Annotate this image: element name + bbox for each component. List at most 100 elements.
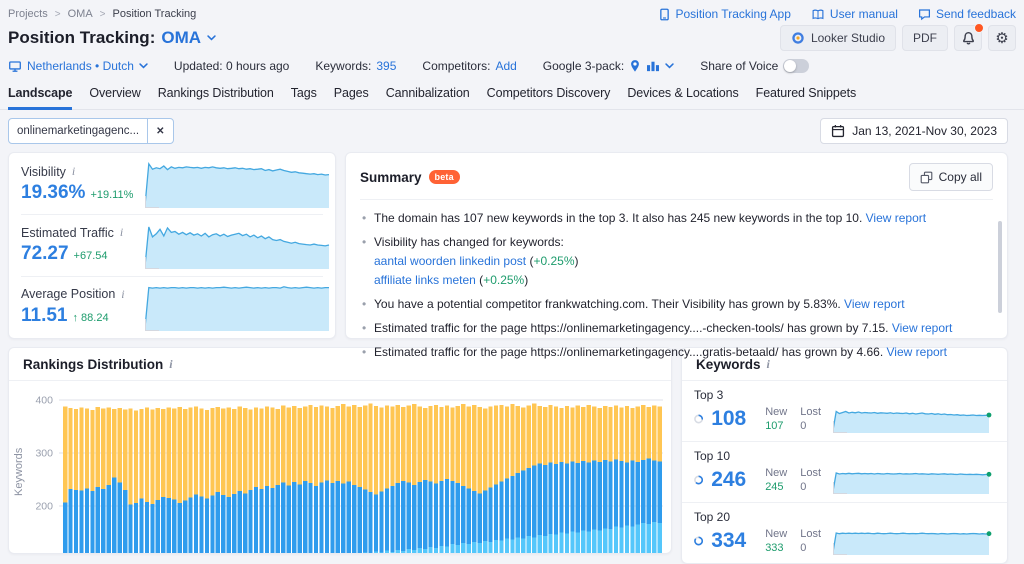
summary-text: You have a potential competitor frankwat… xyxy=(374,297,844,311)
tab-overview[interactable]: Overview xyxy=(89,82,140,110)
page-header: Projects>OMA>Position Tracking Position … xyxy=(0,0,1024,73)
chat-icon xyxy=(918,8,931,21)
metric-row-visibility: Visibilityi19.36%+19.11% xyxy=(21,154,323,214)
summary-bullet: Estimated traffic for the page https://o… xyxy=(360,343,979,362)
summary-link[interactable]: View report xyxy=(844,297,904,311)
tab-devices-locations[interactable]: Devices & Locations xyxy=(627,82,738,110)
summary-link[interactable]: affiliate links meten xyxy=(374,273,476,287)
sparkline-chart xyxy=(145,160,331,208)
ring-gauge xyxy=(694,531,703,551)
looker-studio-button[interactable]: Looker Studio xyxy=(780,25,896,51)
keywords-card: Keywords i Top 3108New107Lost0Top 10246N… xyxy=(681,347,1008,564)
sparkline-chart xyxy=(145,283,331,331)
summary-bullet: You have a potential competitor frankwat… xyxy=(360,295,979,314)
keywords-row-top-3: Top 3108New107Lost0 xyxy=(682,381,1007,441)
summary-link[interactable]: View report xyxy=(887,345,947,359)
notification-dot xyxy=(974,23,984,33)
tab-landscape[interactable]: Landscape xyxy=(8,82,72,110)
info-icon: i xyxy=(72,164,75,179)
metric-delta: ↑ 88.24 xyxy=(73,312,109,324)
bell-icon xyxy=(961,31,976,46)
project-name[interactable]: OMA xyxy=(161,28,201,48)
summary-text: Visibility has changed for keywords: xyxy=(374,235,564,249)
share-of-voice-setting: Share of Voice xyxy=(700,59,809,73)
svg-text:Keywords: Keywords xyxy=(13,447,25,496)
monitor-icon xyxy=(8,60,22,73)
tab-cannibalization[interactable]: Cannibalization xyxy=(386,82,470,110)
page-title: Position Tracking: OMA xyxy=(8,28,216,48)
sparkline-chart xyxy=(833,405,995,433)
google-3-pack-setting: Google 3-pack: xyxy=(543,59,674,73)
summary-delta: +0.25% xyxy=(483,273,524,287)
app-window-icon xyxy=(658,8,671,21)
summary-bullet: Visibility has changed for keywords: aant… xyxy=(360,233,979,290)
copy-icon xyxy=(920,171,933,184)
summary-link[interactable]: View report xyxy=(866,211,926,225)
keywords-row-top-10: Top 10246New245Lost0 xyxy=(682,441,1007,502)
chevron-down-icon[interactable] xyxy=(665,63,674,69)
breadcrumb-item: Position Tracking xyxy=(113,8,197,20)
copy-all-button[interactable]: Copy all xyxy=(909,163,993,191)
summary-card: Summary beta Copy all The domain has 107… xyxy=(345,152,1008,339)
chevron-down-icon xyxy=(139,63,148,69)
tab-competitors-discovery[interactable]: Competitors Discovery xyxy=(487,82,611,110)
keywords-count-link[interactable]: 395 xyxy=(376,59,396,73)
rankings-distribution-title: Rankings Distribution xyxy=(23,357,163,372)
header-links: Position Tracking App User manual Send fee… xyxy=(658,7,1017,21)
new-count: 245 xyxy=(765,481,787,493)
breadcrumb-item[interactable]: OMA xyxy=(68,8,93,20)
position-tracking-app-link[interactable]: Position Tracking App xyxy=(658,7,791,21)
new-count: 333 xyxy=(765,542,787,554)
summary-bullet: The domain has 107 new keywords in the t… xyxy=(360,209,979,228)
summary-delta: +0.25% xyxy=(533,254,574,268)
summary-link[interactable]: View report xyxy=(892,321,952,335)
info-icon: i xyxy=(169,357,172,372)
tab-pages[interactable]: Pages xyxy=(334,82,369,110)
svg-text:400: 400 xyxy=(35,395,53,407)
keywords-row-value[interactable]: 246 xyxy=(711,468,757,492)
breadcrumb-item[interactable]: Projects xyxy=(8,8,48,20)
keywords-row-value[interactable]: 108 xyxy=(711,407,757,431)
breadcrumb-separator: > xyxy=(55,9,61,20)
beta-badge: beta xyxy=(429,170,460,184)
filter-chip-label[interactable]: onlinemarketingagenc... xyxy=(9,119,148,143)
tab-tags[interactable]: Tags xyxy=(291,82,317,110)
metric-value: 19.36% xyxy=(21,182,85,204)
summary-text: The domain has 107 new keywords in the t… xyxy=(374,211,866,225)
map-pin-icon[interactable] xyxy=(629,59,641,73)
metric-value: 11.51 xyxy=(21,305,68,327)
metric-label: Average Position xyxy=(21,287,115,301)
summary-text: ) xyxy=(524,273,528,287)
sparkline-chart xyxy=(833,527,995,555)
sparkline-chart xyxy=(145,221,331,269)
summary-title: Summary xyxy=(360,170,422,185)
summary-scrollbar[interactable] xyxy=(998,221,1002,313)
keywords-row-label: Top 3 xyxy=(694,388,995,402)
metric-value: 72.27 xyxy=(21,243,69,265)
notifications-button[interactable] xyxy=(954,25,982,51)
send-feedback-link[interactable]: Send feedback xyxy=(918,7,1016,21)
summary-bullets: The domain has 107 new keywords in the t… xyxy=(360,209,993,362)
location-language-selector[interactable]: Netherlands • Dutch xyxy=(8,59,148,73)
page-title-prefix: Position Tracking: xyxy=(8,28,155,48)
chevron-down-icon[interactable] xyxy=(207,35,216,41)
book-icon xyxy=(811,8,825,21)
pdf-button[interactable]: PDF xyxy=(902,25,948,51)
summary-link[interactable]: aantal woorden linkedin post xyxy=(374,254,526,268)
keywords-count: Keywords: 395 xyxy=(315,59,396,73)
rankings-distribution-chart: 400300200100Keywords xyxy=(9,381,671,553)
settings-button[interactable]: ⚙ xyxy=(988,25,1016,51)
user-manual-link[interactable]: User manual xyxy=(811,7,898,21)
filter-chip-close-icon[interactable]: ✕ xyxy=(148,119,172,143)
local-pack-icon[interactable] xyxy=(646,60,660,72)
competitors-add-link[interactable]: Add xyxy=(495,59,516,73)
metric-row-average-position: Average Positioni11.51↑ 88.24 xyxy=(21,276,323,337)
tab-featured-snippets[interactable]: Featured Snippets xyxy=(756,82,856,110)
tab-rankings-distribution[interactable]: Rankings Distribution xyxy=(158,82,274,110)
share-of-voice-toggle[interactable] xyxy=(783,59,809,73)
metric-label: Estimated Traffic xyxy=(21,226,114,240)
new-count: 107 xyxy=(765,420,787,432)
keywords-row-value[interactable]: 334 xyxy=(711,529,757,553)
rankings-distribution-card: Rankings Distribution i 400300200100Keyw… xyxy=(8,347,672,554)
date-range-picker[interactable]: Jan 13, 2021-Nov 30, 2023 xyxy=(820,118,1008,144)
